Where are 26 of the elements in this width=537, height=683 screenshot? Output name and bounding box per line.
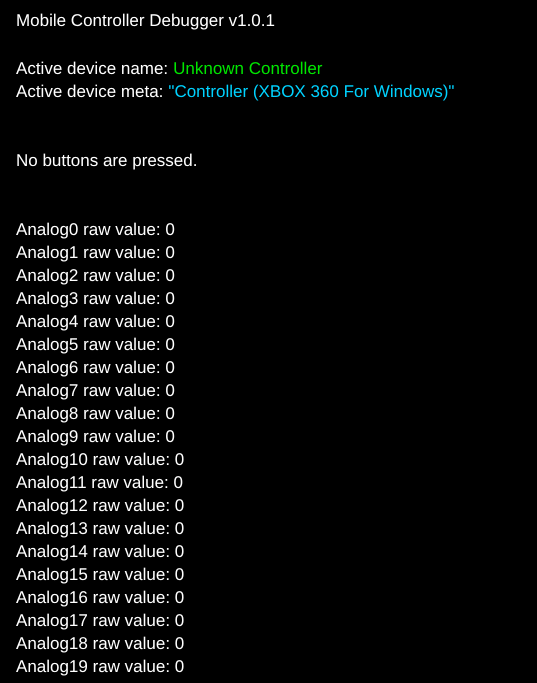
- analog-reading: Analog12 raw value: 0: [16, 495, 184, 517]
- analog-reading: Analog0 raw value: 0: [16, 219, 175, 241]
- analog-reading: Analog4 raw value: 0: [16, 311, 175, 333]
- analog-reading: Analog13 raw value: 0: [16, 518, 184, 540]
- analog-reading: Analog11 raw value: 0: [16, 472, 183, 494]
- buttons-status: No buttons are pressed.: [16, 150, 198, 172]
- analog-reading: Analog10 raw value: 0: [16, 449, 184, 471]
- analog-reading: Analog7 raw value: 0: [16, 380, 175, 402]
- analog-reading: Analog5 raw value: 0: [16, 334, 175, 356]
- analog-reading: Analog19 raw value: 0: [16, 656, 184, 678]
- device-field-label: Active device meta:: [16, 81, 164, 103]
- device-field-label: Active device name:: [16, 58, 168, 80]
- analog-reading: Analog3 raw value: 0: [16, 288, 175, 310]
- analog-reading: Analog9 raw value: 0: [16, 426, 175, 448]
- analog-reading: Analog18 raw value: 0: [16, 633, 184, 655]
- analog-reading: Analog17 raw value: 0: [16, 610, 184, 632]
- analog-reading: Analog1 raw value: 0: [16, 242, 175, 264]
- analog-reading: Analog2 raw value: 0: [16, 265, 175, 287]
- analog-reading: Analog6 raw value: 0: [16, 357, 175, 379]
- analog-reading: Analog14 raw value: 0: [16, 541, 184, 563]
- device-field-value: "Controller (XBOX 360 For Windows)": [168, 81, 454, 103]
- analog-reading: Analog16 raw value: 0: [16, 587, 184, 609]
- analog-reading: Analog8 raw value: 0: [16, 403, 175, 425]
- device-field-value: Unknown Controller: [173, 58, 322, 80]
- analog-reading: Analog15 raw value: 0: [16, 564, 184, 586]
- app-title: Mobile Controller Debugger v1.0.1: [16, 10, 275, 32]
